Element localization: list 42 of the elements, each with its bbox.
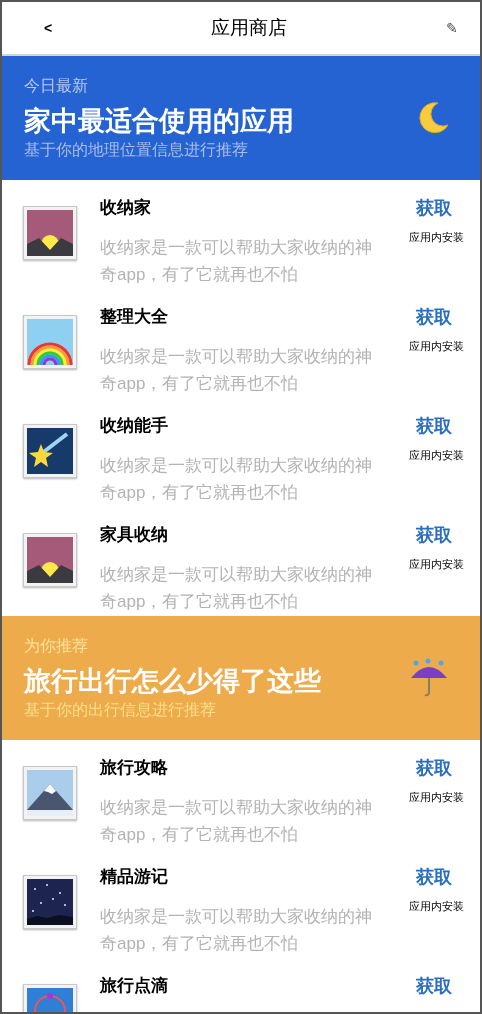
get-button[interactable]: 获取 bbox=[416, 974, 452, 998]
in-app-install-label: 应用内安装 bbox=[409, 230, 464, 245]
in-app-install-label: 应用内安装 bbox=[409, 899, 464, 914]
sunrise-over-mountains-icon bbox=[23, 533, 77, 587]
app-name: 整理大全 bbox=[100, 306, 169, 328]
app-name: 收纳能手 bbox=[100, 415, 169, 437]
in-app-install-label: 应用内安装 bbox=[409, 448, 464, 463]
edit-button[interactable]: ✎ bbox=[446, 17, 458, 39]
banner-subtitle: 基于你的地理位置信息进行推荐 bbox=[24, 140, 249, 160]
banner-eyebrow: 为你推荐 bbox=[24, 636, 89, 656]
banner-headline: 家中最适合使用的应用 bbox=[24, 105, 295, 138]
get-button[interactable]: 获取 bbox=[416, 305, 452, 329]
crescent-moon-icon bbox=[416, 101, 450, 135]
app-name: 收纳家 bbox=[100, 197, 152, 219]
umbrella-with-raindrops-icon bbox=[408, 658, 450, 698]
in-app-install-label: 应用内安装 bbox=[409, 790, 464, 805]
banner-subtitle: 基于你的出行信息进行推荐 bbox=[24, 700, 217, 720]
get-button[interactable]: 获取 bbox=[416, 756, 452, 780]
app-name: 旅行点滴 bbox=[100, 975, 169, 997]
in-app-install-label: 应用内安装 bbox=[409, 339, 464, 354]
get-button[interactable]: 获取 bbox=[416, 196, 452, 220]
banner-eyebrow: 今日最新 bbox=[24, 76, 89, 96]
get-button[interactable]: 获取 bbox=[416, 865, 452, 889]
banner-headline: 旅行出行怎么少得了这些 bbox=[24, 665, 322, 698]
back-button[interactable]: < bbox=[44, 17, 53, 39]
get-button[interactable]: 获取 bbox=[416, 523, 452, 547]
app-description: 收纳家是一款可以帮助大家收纳的神奇app，有了它就再也不怕 bbox=[100, 797, 373, 846]
page-title: 应用商店 bbox=[211, 15, 288, 40]
snowy-mountain-icon bbox=[23, 766, 77, 820]
rainbow-icon bbox=[23, 315, 77, 369]
app-description: 收纳家是一款可以帮助大家收纳的神奇app，有了它就再也不怕 bbox=[100, 346, 373, 395]
app-name: 精品游记 bbox=[100, 866, 169, 888]
starry-night-sky-icon bbox=[23, 875, 77, 929]
app-description: 收纳家是一款可以帮助大家收纳的神奇app，有了它就再也不怕 bbox=[100, 906, 373, 955]
app-description: 收纳家是一款可以帮助大家收纳的神奇app，有了它就再也不怕 bbox=[100, 455, 373, 504]
app-description: 收纳家是一款可以帮助大家收纳的神奇app，有了它就再也不怕 bbox=[100, 237, 373, 286]
app-description: 收纳家是一款可以帮助大家收纳的神奇app，有了它就再也不怕 bbox=[100, 564, 373, 613]
app-name: 家具收纳 bbox=[100, 524, 169, 546]
get-button[interactable]: 获取 bbox=[416, 414, 452, 438]
in-app-install-label: 应用内安装 bbox=[409, 557, 464, 572]
app-name: 旅行攻略 bbox=[100, 757, 169, 779]
sunrise-over-mountains-icon bbox=[23, 206, 77, 260]
